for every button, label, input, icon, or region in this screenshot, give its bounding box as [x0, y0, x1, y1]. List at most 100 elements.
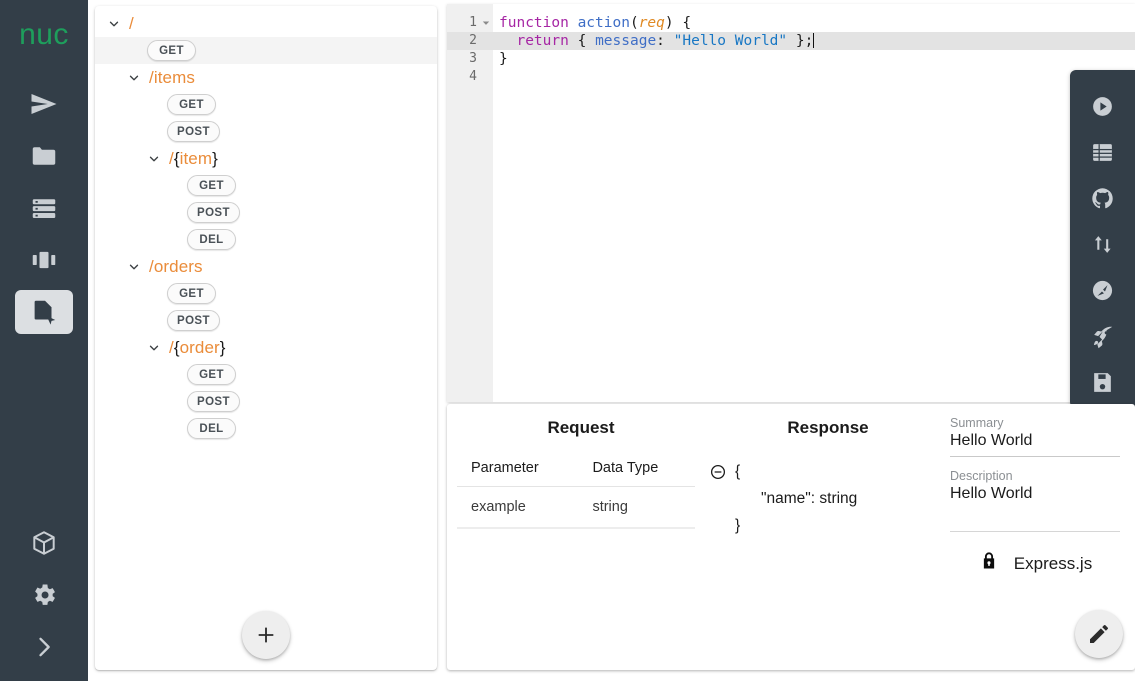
- tree-method-row[interactable]: GET: [95, 361, 437, 388]
- lock-icon: [978, 550, 1000, 577]
- github-icon: [1090, 186, 1115, 216]
- rail-primary-items: [15, 74, 73, 334]
- method-pill-get[interactable]: GET: [167, 94, 216, 115]
- cell-parameter: example: [457, 486, 575, 529]
- tree-path-label: /{order}: [169, 337, 226, 357]
- logs-button[interactable]: [1080, 132, 1126, 178]
- tree-method-row[interactable]: GET: [95, 280, 437, 307]
- tree-method-row[interactable]: DEL: [95, 226, 437, 253]
- sidebar-item-expand[interactable]: [15, 625, 73, 669]
- method-pill-post[interactable]: POST: [187, 202, 240, 223]
- tree-method-row[interactable]: GET: [95, 91, 437, 118]
- method-pill-del[interactable]: DEL: [187, 418, 236, 439]
- edit-endpoint-button[interactable]: [1075, 610, 1123, 658]
- sidebar-item-columns[interactable]: [15, 238, 73, 282]
- tree-path-node[interactable]: /items: [95, 64, 437, 91]
- chevron-down-icon[interactable]: [145, 339, 163, 357]
- rail-secondary-items: [0, 513, 88, 669]
- method-pill-get[interactable]: GET: [187, 175, 236, 196]
- response-close-brace: }: [735, 517, 741, 534]
- method-pill-post[interactable]: POST: [167, 310, 220, 331]
- app-root: nuc / GET /items GET POST /{item} GET PO…: [0, 0, 1135, 681]
- rocket-icon: [1090, 324, 1115, 354]
- response-title: Response: [787, 418, 869, 437]
- framework-row: Express.js: [950, 550, 1120, 577]
- pencil-icon: [1090, 625, 1108, 643]
- method-pill-post[interactable]: POST: [187, 391, 240, 412]
- summary-label: Summary: [950, 416, 1004, 430]
- chevron-down-icon[interactable]: [125, 69, 143, 87]
- chevron-down-icon[interactable]: [125, 258, 143, 276]
- tree-method-row[interactable]: POST: [95, 199, 437, 226]
- add-endpoint-button[interactable]: [242, 611, 290, 659]
- response-open-brace: {: [735, 463, 741, 480]
- api-tree-panel: / GET/items GET POST /{item} GET POST DEL/order…: [95, 6, 437, 670]
- sidebar-item-servers[interactable]: [15, 186, 73, 230]
- response-field: "name": string: [761, 490, 858, 507]
- description-value[interactable]: Hello World: [950, 485, 1120, 509]
- collapse-minus-icon[interactable]: [709, 463, 727, 481]
- chevron-down-icon[interactable]: [105, 15, 123, 33]
- run-button[interactable]: [1080, 86, 1126, 132]
- tree-method-row[interactable]: DEL: [95, 415, 437, 442]
- code-editor-panel[interactable]: 1 function action(req) {2 return { messag…: [447, 4, 1135, 402]
- columns-icon: [29, 245, 59, 275]
- list-table-icon: [1090, 140, 1115, 170]
- table-row[interactable]: example string: [457, 486, 695, 529]
- text-cursor: [813, 33, 815, 48]
- editor-toolbar: [1070, 70, 1135, 408]
- sync-arrows-icon: [1090, 232, 1115, 262]
- method-pill-get[interactable]: GET: [147, 40, 196, 61]
- tree-path-node[interactable]: /{item}: [95, 145, 437, 172]
- tree-method-row[interactable]: POST: [95, 388, 437, 415]
- send-icon: [29, 89, 59, 119]
- sidebar-item-files[interactable]: [15, 134, 73, 178]
- sidebar-item-settings[interactable]: [15, 573, 73, 617]
- chevron-down-icon[interactable]: [145, 150, 163, 168]
- tree-method-row[interactable]: GET: [95, 37, 437, 64]
- plus-icon: [258, 627, 274, 643]
- code-text: }: [499, 51, 508, 67]
- description-label: Description: [950, 469, 1013, 483]
- sync-button[interactable]: [1080, 224, 1126, 270]
- server-stack-icon: [29, 193, 59, 223]
- floppy-save-icon: [1090, 370, 1115, 400]
- save-button[interactable]: [1080, 362, 1126, 408]
- tree-method-row[interactable]: POST: [95, 118, 437, 145]
- left-nav-rail: nuc: [0, 0, 88, 681]
- meta-section: Summary Hello World Description Hello Wo…: [950, 416, 1120, 577]
- method-pill-get[interactable]: GET: [187, 364, 236, 385]
- code-line[interactable]: 2 return { message: "Hello World" };: [447, 32, 1135, 50]
- method-pill-post[interactable]: POST: [167, 121, 220, 142]
- deploy-button[interactable]: [1080, 316, 1126, 362]
- tree-path-node[interactable]: /orders: [95, 253, 437, 280]
- tree-path-node[interactable]: /{order}: [95, 334, 437, 361]
- folder-icon: [29, 141, 59, 171]
- inspect-button[interactable]: [1080, 270, 1126, 316]
- compass-icon: [1090, 278, 1115, 308]
- line-number: 2: [469, 33, 477, 48]
- tree-path-node[interactable]: /: [95, 10, 437, 37]
- sidebar-item-api-designer[interactable]: [15, 290, 73, 334]
- code-line[interactable]: 4: [447, 68, 1135, 86]
- framework-name: Express.js: [1013, 553, 1093, 573]
- request-section: Request Parameter Data Type example stri…: [457, 418, 705, 529]
- tree-path-label: /items: [149, 67, 195, 87]
- sidebar-item-packages[interactable]: [15, 521, 73, 565]
- app-logo: nuc: [19, 18, 69, 51]
- method-pill-del[interactable]: DEL: [187, 229, 236, 250]
- editor-code-area[interactable]: 1 function action(req) {2 return { messag…: [447, 4, 1135, 402]
- code-line[interactable]: 1 function action(req) {: [447, 14, 1135, 32]
- tree-method-row[interactable]: GET: [95, 172, 437, 199]
- summary-value[interactable]: Hello World: [950, 432, 1120, 457]
- meta-divider: [950, 531, 1120, 532]
- method-pill-get[interactable]: GET: [167, 283, 216, 304]
- line-number: 1: [447, 14, 493, 32]
- code-line[interactable]: 3}: [447, 50, 1135, 68]
- tree-method-row[interactable]: POST: [95, 307, 437, 334]
- column-header-parameter: Parameter: [457, 456, 575, 487]
- github-button[interactable]: [1080, 178, 1126, 224]
- gear-icon: [30, 581, 58, 609]
- sidebar-item-deploy[interactable]: [15, 82, 73, 126]
- endpoint-details-panel: Request Parameter Data Type example stri…: [447, 404, 1135, 670]
